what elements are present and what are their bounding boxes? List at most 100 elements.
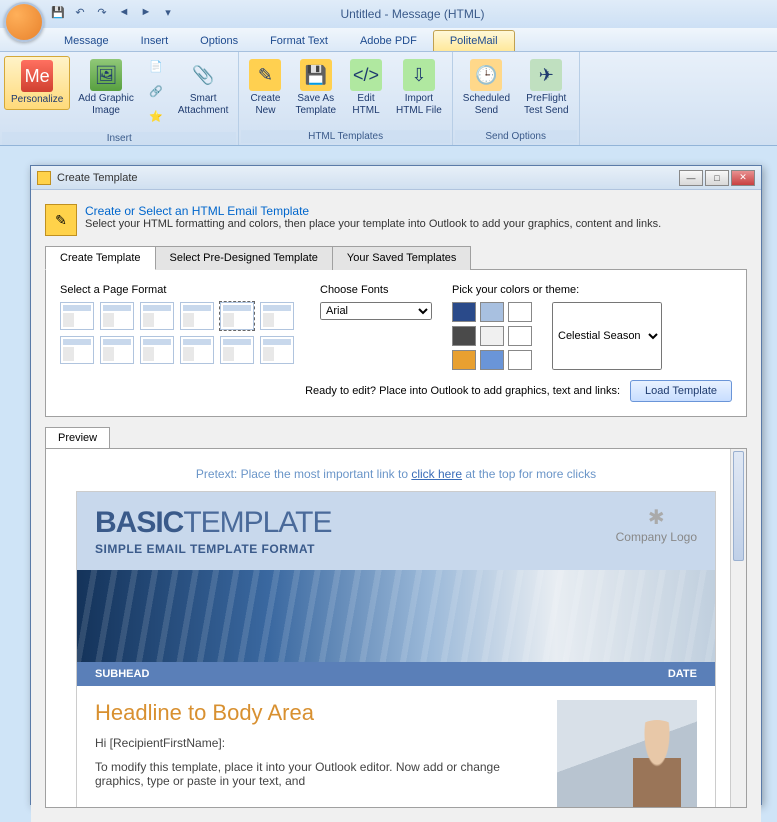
pretext: Pretext: Place the most important link t… <box>76 467 716 481</box>
template-title: BASICTEMPLATE <box>95 506 331 540</box>
personalize-button[interactable]: Me Personalize <box>4 56 70 110</box>
color-swatch[interactable] <box>452 350 476 370</box>
color-swatch[interactable] <box>508 326 532 346</box>
format-thumb[interactable] <box>140 302 174 330</box>
add-graphic-button[interactable]: 🖼 Add Graphic Image <box>72 56 140 119</box>
save-template-icon: 💾 <box>300 59 332 91</box>
body-image <box>557 700 697 808</box>
personalize-icon: Me <box>21 60 53 92</box>
logo-placeholder: Company Logo <box>616 506 697 544</box>
dialog-title: Create Template <box>57 172 138 184</box>
small-icon-1[interactable]: 📄 <box>142 56 170 80</box>
format-thumb[interactable] <box>60 302 94 330</box>
format-thumb[interactable] <box>180 302 214 330</box>
clock-icon: 🕒 <box>470 59 502 91</box>
subhead-label: SUBHEAD <box>95 668 149 680</box>
save-icon[interactable]: 💾 <box>50 4 66 20</box>
color-swatch[interactable] <box>480 350 504 370</box>
body-text: To modify this template, place it into y… <box>95 760 543 788</box>
date-label: DATE <box>668 668 697 680</box>
format-thumb[interactable] <box>220 302 254 330</box>
headline: Headline to Body Area <box>95 700 543 726</box>
maximize-button[interactable]: □ <box>705 170 729 186</box>
tab-options[interactable]: Options <box>184 31 254 51</box>
color-swatch[interactable] <box>452 326 476 346</box>
format-thumb[interactable] <box>260 302 294 330</box>
create-new-button[interactable]: ✎ Create New <box>243 56 287 119</box>
new-template-icon: ✎ <box>249 59 281 91</box>
preview-pane: Pretext: Place the most important link t… <box>45 448 747 808</box>
color-swatch[interactable] <box>508 350 532 370</box>
tab-format-text[interactable]: Format Text <box>254 31 344 51</box>
font-select[interactable]: Arial <box>320 302 432 320</box>
group-label-templates: HTML Templates <box>241 130 449 143</box>
theme-select[interactable]: Celestial Season <box>552 302 662 370</box>
tab-adobe-pdf[interactable]: Adobe PDF <box>344 31 433 51</box>
label-colors: Pick your colors or theme: <box>452 284 662 296</box>
edit-html-button[interactable]: </> Edit HTML <box>344 56 388 119</box>
scroll-thumb[interactable] <box>733 451 744 561</box>
scrollbar[interactable] <box>730 449 746 807</box>
tab-message[interactable]: Message <box>48 31 125 51</box>
dialog-icon <box>37 171 51 185</box>
group-label-insert: Insert <box>2 132 236 145</box>
preflight-button[interactable]: ✈ PreFlight Test Send <box>518 56 574 119</box>
format-thumb[interactable] <box>260 336 294 364</box>
image-icon: 🖼 <box>90 59 122 91</box>
titlebar: 💾 ↶ ↷ ◄ ► ▾ Untitled - Message (HTML) <box>0 0 777 28</box>
format-thumbnails <box>60 302 300 364</box>
format-thumb[interactable] <box>60 336 94 364</box>
create-template-dialog: Create Template — □ ✕ ✎ Create or Select… <box>30 165 762 805</box>
close-button[interactable]: ✕ <box>731 170 755 186</box>
dtab-saved[interactable]: Your Saved Templates <box>332 246 471 270</box>
preview-tab[interactable]: Preview <box>45 427 110 448</box>
load-template-button[interactable]: Load Template <box>630 380 732 402</box>
pretext-link[interactable]: click here <box>411 467 462 481</box>
minimize-button[interactable]: — <box>679 170 703 186</box>
greeting: Hi [RecipientFirstName]: <box>95 736 543 750</box>
small-icon-2[interactable]: 🔗 <box>142 81 170 105</box>
next-icon[interactable]: ► <box>138 4 154 20</box>
format-thumb[interactable] <box>180 336 214 364</box>
undo-icon[interactable]: ↶ <box>72 4 88 20</box>
import-icon: ⇩ <box>403 59 435 91</box>
ready-text: Ready to edit? Place into Outlook to add… <box>305 385 620 397</box>
color-swatches <box>452 302 542 370</box>
doc-icon: 📄 <box>148 59 164 75</box>
dialog-heading: Create or Select an HTML Email Template <box>85 204 661 218</box>
dtab-create[interactable]: Create Template <box>45 246 156 270</box>
template-subtitle: SIMPLE EMAIL TEMPLATE FORMAT <box>95 542 331 556</box>
tab-politemail[interactable]: PoliteMail <box>433 30 515 51</box>
ribbon-tabs: Message Insert Options Format Text Adobe… <box>0 28 777 52</box>
label-page-format: Select a Page Format <box>60 284 300 296</box>
format-thumb[interactable] <box>100 336 134 364</box>
redo-icon[interactable]: ↷ <box>94 4 110 20</box>
color-swatch[interactable] <box>480 302 504 322</box>
dialog-description: Select your HTML formatting and colors, … <box>85 218 661 230</box>
tab-insert[interactable]: Insert <box>125 31 185 51</box>
scheduled-send-button[interactable]: 🕒 Scheduled Send <box>457 56 516 119</box>
prev-icon[interactable]: ◄ <box>116 4 132 20</box>
small-icon-3[interactable]: ⭐ <box>142 106 170 130</box>
label-fonts: Choose Fonts <box>320 284 432 296</box>
template-preview: BASICTEMPLATE SIMPLE EMAIL TEMPLATE FORM… <box>76 491 716 808</box>
group-label-send: Send Options <box>455 130 577 143</box>
dtab-predesigned[interactable]: Select Pre-Designed Template <box>155 246 333 270</box>
dialog-titlebar: Create Template — □ ✕ <box>31 166 761 190</box>
color-swatch[interactable] <box>452 302 476 322</box>
import-html-button[interactable]: ⇩ Import HTML File <box>390 56 448 119</box>
format-thumb[interactable] <box>220 336 254 364</box>
attachment-icon: 📎 <box>187 59 219 91</box>
qat-menu-icon[interactable]: ▾ <box>160 4 176 20</box>
color-swatch[interactable] <box>508 302 532 322</box>
edit-html-icon: </> <box>350 59 382 91</box>
hero-image <box>77 570 715 662</box>
smart-attachment-button[interactable]: 📎 Smart Attachment <box>172 56 235 119</box>
star-icon: ⭐ <box>148 109 164 125</box>
save-as-template-button[interactable]: 💾 Save As Template <box>289 56 342 119</box>
format-thumb[interactable] <box>100 302 134 330</box>
ribbon: Me Personalize 🖼 Add Graphic Image 📄 🔗 ⭐… <box>0 52 777 146</box>
office-button[interactable] <box>4 2 44 42</box>
color-swatch[interactable] <box>480 326 504 346</box>
format-thumb[interactable] <box>140 336 174 364</box>
